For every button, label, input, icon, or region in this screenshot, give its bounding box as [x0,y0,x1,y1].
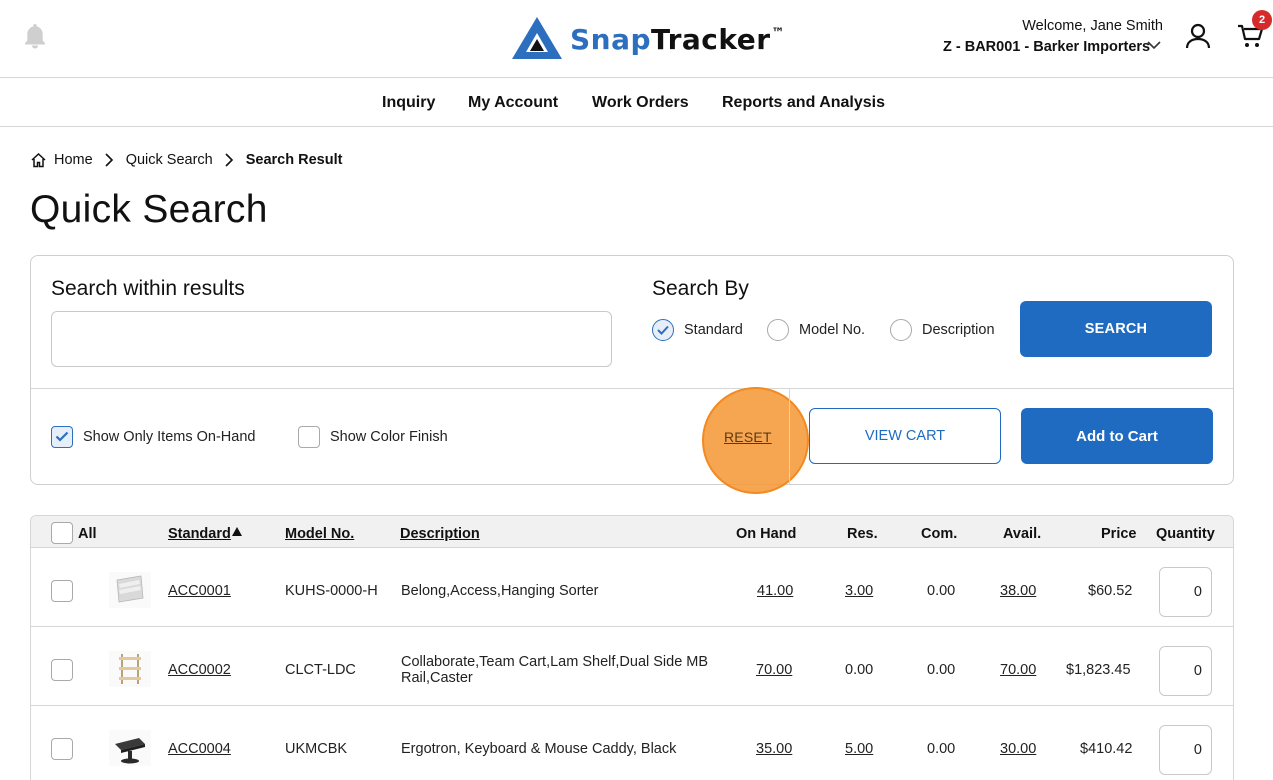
view-cart-button[interactable]: VIEW CART [809,408,1001,464]
breadcrumb-quick-search[interactable]: Quick Search [126,152,213,168]
header-all: All [78,526,97,542]
row-checkbox[interactable] [51,580,73,602]
header-quantity: Quantity [1156,526,1215,542]
home-icon[interactable] [30,152,47,168]
table-row: ACC0002 CLCT-LDC Collaborate,Team Cart,L… [31,627,1233,706]
cell-price: $60.52 [1088,583,1133,599]
chevron-right-icon [225,153,233,167]
show-color-finish-checkbox[interactable]: Show Color Finish [298,426,448,448]
logo-wordmark: SnapTracker™ [570,22,786,56]
breadcrumb-search-result: Search Result [245,152,343,168]
reset-link[interactable]: RESET [724,429,772,445]
radio-model-no-label: Model No. [799,322,866,338]
row-checkbox[interactable] [51,659,73,681]
quantity-input[interactable] [1159,646,1212,696]
nav-my-account[interactable]: My Account [468,94,558,112]
chevron-down-icon[interactable] [1147,40,1161,50]
cell-standard[interactable]: ACC0004 [168,741,231,757]
cell-description: Belong,Access,Hanging Sorter [401,583,599,599]
cell-res[interactable]: 3.00 [845,583,873,599]
search-button[interactable]: SEARCH [1020,301,1212,357]
table-header-row: All Standard Model No. Description On Ha… [31,516,1233,548]
nav-inquiry[interactable]: Inquiry [382,94,435,112]
cell-com: 0.00 [927,583,956,599]
cell-model: KUHS-0000-H [285,583,378,599]
cell-res: 0.00 [845,662,874,678]
header-price: Price [1101,526,1137,542]
radio-unchecked-icon [890,319,912,341]
cell-model: UKMCBK [285,741,348,757]
cell-price: $1,823.45 [1066,662,1131,678]
add-to-cart-button[interactable]: Add to Cart [1021,408,1213,464]
cell-avail[interactable]: 70.00 [1000,662,1036,678]
radio-description-label: Description [922,322,995,338]
header-com: Com. [921,526,958,542]
breadcrumb: Home Quick Search Search Result [30,150,342,170]
radio-standard[interactable]: Standard [652,318,743,342]
show-color-finish-label: Show Color Finish [330,429,448,445]
table-row: ACC0001 KUHS-0000-H Belong,Access,Hangin… [31,548,1233,627]
radio-standard-label: Standard [684,322,743,338]
main-nav: Inquiry My Account Work Orders Reports a… [0,78,1273,127]
header-res: Res. [847,526,878,542]
show-on-hand-label: Show Only Items On-Hand [83,429,256,445]
checkbox-unchecked-icon [298,426,320,448]
search-panel: Search within results Search By Standard… [30,255,1234,494]
page-title: Quick Search [30,188,268,231]
row-checkbox[interactable] [51,738,73,760]
quantity-input[interactable] [1159,725,1212,775]
cell-on-hand[interactable]: 41.00 [757,583,793,599]
panel-divider [31,388,1233,389]
snaptracker-logo[interactable]: SnapTracker™ [510,14,785,62]
cell-res[interactable]: 5.00 [845,741,873,757]
radio-model-no[interactable]: Model No. [767,318,865,342]
cell-com: 0.00 [927,662,956,678]
radio-unchecked-icon [767,319,789,341]
cell-price: $410.42 [1080,741,1133,757]
search-within-input[interactable] [51,311,612,367]
show-on-hand-checkbox[interactable]: Show Only Items On-Hand [51,426,255,448]
header-description[interactable]: Description [400,526,480,542]
cell-com: 0.00 [927,741,956,757]
radio-checked-icon [652,319,674,341]
product-thumbnail [109,651,151,687]
breadcrumb-home[interactable]: Home [54,152,93,168]
cell-avail[interactable]: 38.00 [1000,583,1036,599]
select-all-checkbox[interactable] [51,522,73,544]
cell-model: CLCT-LDC [285,662,356,678]
radio-description[interactable]: Description [890,318,995,342]
top-header: SnapTracker™ Welcome, Jane Smith Z - BAR… [0,0,1273,78]
search-by-label: Search By [652,277,749,300]
table-row: ACC0004 UKMCBK Ergotron, Keyboard & Mous… [31,706,1233,780]
welcome-text: Welcome, Jane Smith [1022,18,1163,34]
search-within-label: Search within results [51,277,245,300]
account-selector[interactable]: Z - BAR001 - Barker Importers [943,39,1150,55]
nav-work-orders[interactable]: Work Orders [592,94,689,112]
header-standard[interactable]: Standard [168,526,231,542]
results-table: All Standard Model No. Description On Ha… [30,515,1234,780]
cell-avail[interactable]: 30.00 [1000,741,1036,757]
quantity-input[interactable] [1159,567,1212,617]
cell-standard[interactable]: ACC0001 [168,583,231,599]
logo-icon [512,17,562,59]
product-thumbnail [109,572,151,608]
cart-count-badge: 2 [1252,10,1272,30]
product-thumbnail [109,730,151,766]
sort-ascending-icon[interactable] [232,527,242,536]
chevron-right-icon [105,153,113,167]
user-icon[interactable] [1184,22,1212,50]
cell-description: Ergotron, Keyboard & Mouse Caddy, Black [401,741,677,757]
header-on-hand: On Hand [736,526,797,542]
cell-on-hand[interactable]: 70.00 [756,662,792,678]
cell-description: Collaborate,Team Cart,Lam Shelf,Dual Sid… [401,654,709,686]
cell-on-hand[interactable]: 35.00 [756,741,792,757]
bell-icon[interactable] [22,22,48,50]
button-group-divider [789,389,790,485]
nav-reports-and-analysis[interactable]: Reports and Analysis [722,94,885,112]
header-model-no[interactable]: Model No. [285,526,354,542]
header-avail: Avail. [1003,526,1042,542]
checkbox-checked-icon [51,426,73,448]
cell-standard[interactable]: ACC0002 [168,662,231,678]
